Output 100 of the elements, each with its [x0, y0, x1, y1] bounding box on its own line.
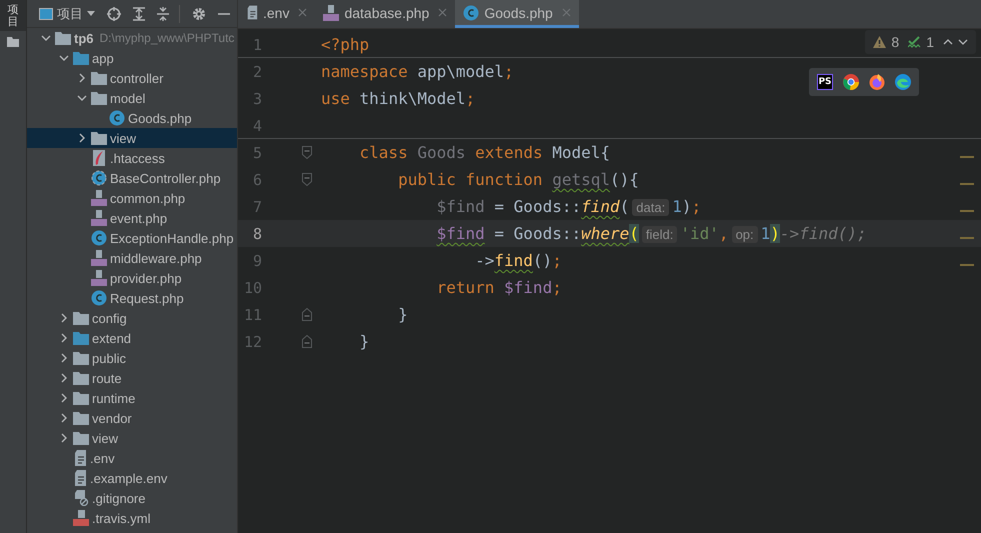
folder-icon	[73, 332, 89, 344]
editor-tab[interactable]: database.php	[315, 0, 456, 28]
fold-icon[interactable]	[302, 335, 312, 348]
line-number: 3	[252, 90, 262, 108]
yaml-file-icon	[73, 510, 89, 526]
editor-tab[interactable]: Goods.php	[455, 0, 579, 28]
chevron-right-icon[interactable]	[61, 333, 67, 343]
folder-icon	[73, 412, 89, 424]
fold-icon[interactable]	[302, 308, 312, 321]
line-number: 8	[252, 224, 262, 242]
line-number: 2	[252, 62, 262, 80]
fox-logo-icon[interactable]	[869, 74, 885, 90]
chevron-right-icon[interactable]	[61, 413, 67, 423]
code-line: public function getsql(){	[397, 170, 639, 189]
tree-item[interactable]: middleware.php	[27, 248, 237, 268]
line-number: 6	[252, 170, 262, 188]
settings-icon[interactable]	[192, 6, 206, 20]
chevron-right-icon[interactable]	[61, 393, 67, 403]
expand-all-icon[interactable]	[133, 6, 145, 20]
tree-item[interactable]: public	[27, 348, 237, 368]
ide-logo-icon[interactable]: PS	[817, 74, 833, 90]
chevron-down-icon[interactable]	[958, 39, 968, 45]
tree-item[interactable]: .example.env	[27, 468, 237, 488]
folder-icon	[73, 312, 89, 324]
line-number: 11	[242, 306, 262, 324]
code-line: return $find;	[436, 278, 562, 297]
locate-icon[interactable]	[107, 6, 121, 20]
chevron-down-icon[interactable]	[59, 55, 69, 61]
tree-item[interactable]: event.php	[27, 208, 237, 228]
window-icon	[39, 8, 53, 20]
code-line: $find = Goods::where( field: 'id', op: 1)->find();	[436, 224, 867, 243]
wave-logo-icon[interactable]	[895, 74, 911, 90]
collapse-all-icon[interactable]	[157, 6, 169, 20]
fold-icon[interactable]	[302, 173, 312, 186]
chevron-right-icon[interactable]	[79, 73, 85, 83]
code-line: use think\Model;	[321, 89, 476, 108]
chevron-down-icon[interactable]	[77, 95, 87, 101]
abstract-class-icon	[91, 170, 107, 186]
chevron-right-icon[interactable]	[61, 353, 67, 363]
text-file-icon	[73, 470, 87, 486]
code-line: namespace app\model;	[321, 62, 514, 81]
chevron-right-icon[interactable]	[61, 433, 67, 443]
tree-item[interactable]: controller	[27, 68, 237, 88]
class-icon	[463, 4, 480, 20]
inspection-widget[interactable]: 8 1	[865, 30, 976, 54]
fold-icon[interactable]	[302, 146, 312, 159]
chevron-right-icon[interactable]	[61, 313, 67, 323]
tree-item[interactable]: ExceptionHandle.php	[27, 228, 237, 248]
chevron-right-icon[interactable]	[79, 133, 85, 143]
tree-item[interactable]: Request.php	[27, 288, 237, 308]
warning-icon	[873, 36, 886, 48]
caret-icon[interactable]	[87, 11, 95, 16]
tree-item[interactable]: .htaccess	[27, 148, 237, 168]
chevron-right-icon[interactable]	[61, 373, 67, 383]
tree-item[interactable]: app	[27, 48, 237, 68]
tree-item[interactable]: .env	[27, 448, 237, 468]
code-line: }	[358, 332, 370, 351]
tree-item[interactable]: model	[27, 88, 237, 108]
project-tool-tab[interactable]: 项目	[0, 0, 26, 32]
tree-item[interactable]: Goods.php	[27, 108, 237, 128]
project-view-dropdown[interactable]: 项目	[57, 4, 83, 22]
tree-item[interactable]: .gitignore	[27, 488, 237, 508]
folder-icon	[73, 392, 89, 404]
php-file-icon	[91, 190, 107, 206]
typo-check-icon	[908, 36, 922, 48]
folder-icon	[91, 72, 107, 84]
tree-item[interactable]: route	[27, 368, 237, 388]
folder-icon	[73, 52, 89, 64]
tree-item[interactable]: runtime	[27, 388, 237, 408]
tree-item[interactable]: vendor	[27, 408, 237, 428]
tree-item[interactable]: view	[27, 428, 237, 448]
folder-icon	[91, 132, 107, 144]
folder-icon[interactable]	[7, 37, 19, 48]
tree-item[interactable]: provider.php	[27, 268, 237, 288]
editor-tab[interactable]: .env	[238, 0, 316, 28]
tree-item[interactable]: .travis.yml	[27, 508, 237, 528]
php-file-icon	[323, 4, 340, 20]
ignored-file-icon	[73, 490, 89, 506]
code-line: class Goods extends Model{	[358, 143, 610, 162]
tree-item[interactable]: common.php	[27, 188, 237, 208]
folder-icon	[73, 352, 89, 364]
tree-item[interactable]: BaseController.php	[27, 168, 237, 188]
class-icon	[109, 110, 125, 126]
tree-item[interactable]: view	[27, 128, 237, 148]
code-line: <?php	[321, 35, 370, 54]
code-line: $find = Goods::find( data: 1);	[436, 197, 702, 216]
text-file-icon	[246, 5, 258, 20]
feather-file-icon	[91, 150, 107, 166]
tree-item[interactable]: extend	[27, 328, 237, 348]
chrome-like-icon[interactable]	[843, 74, 859, 90]
line-number: 5	[252, 144, 262, 162]
chevron-down-icon[interactable]	[41, 35, 51, 41]
class-icon	[91, 230, 107, 246]
code-line: }	[397, 305, 408, 324]
tree-item[interactable]: config	[27, 308, 237, 328]
line-number: 12	[242, 332, 262, 350]
chevron-up-icon[interactable]	[943, 39, 953, 45]
tree-item[interactable]: tp6 D:\myphp_www\PHPTutc	[27, 28, 237, 48]
folder-icon	[55, 32, 71, 44]
folder-icon	[73, 372, 89, 384]
